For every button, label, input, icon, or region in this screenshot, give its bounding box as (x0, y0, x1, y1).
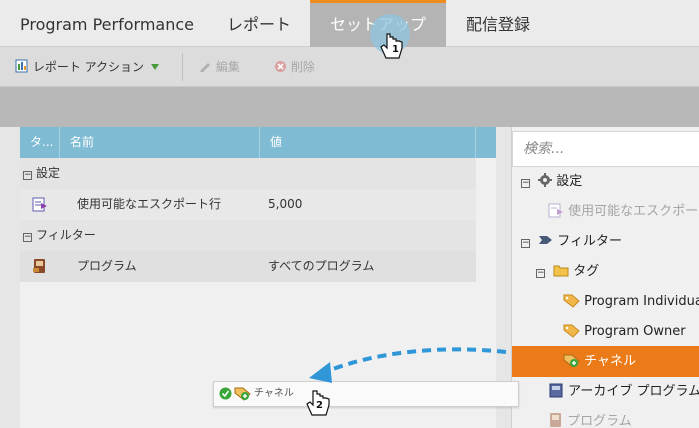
app-root: Program Performance レポート セットアップ 配信登録 レポー… (0, 0, 699, 428)
svg-text:2: 2 (316, 400, 323, 411)
step-2-cursor: 2 (306, 390, 330, 416)
annotation-overlay: 1 2 (306, 14, 507, 416)
svg-text:1: 1 (392, 44, 399, 55)
drag-arrowhead (309, 362, 332, 383)
drag-arrow (324, 347, 507, 374)
